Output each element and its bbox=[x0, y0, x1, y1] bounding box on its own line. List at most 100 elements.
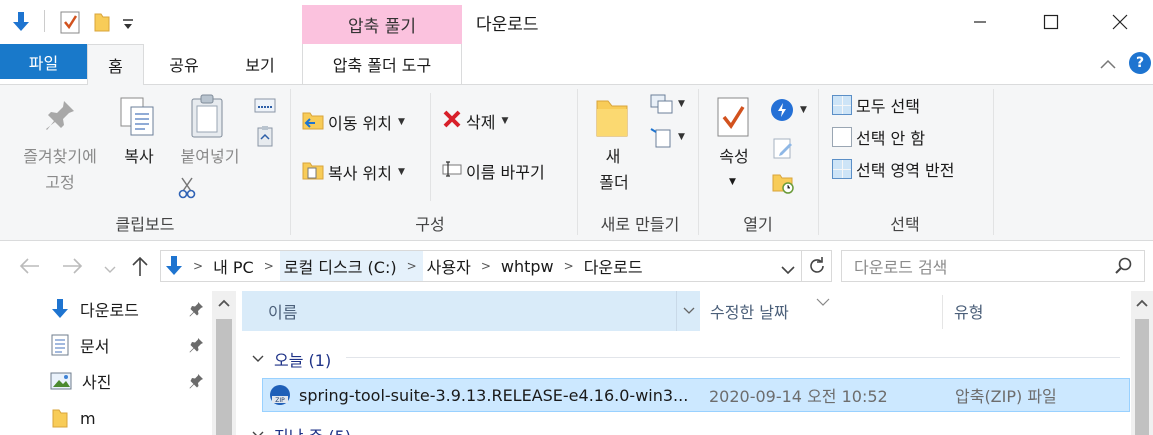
close-button[interactable] bbox=[1097, 6, 1143, 38]
pin-to-quick-access-label-1[interactable]: 즐겨찾기에 bbox=[4, 145, 116, 169]
new-folder-icon[interactable] bbox=[92, 11, 112, 33]
breadcrumb-separator[interactable]: > bbox=[400, 251, 423, 281]
chevron-down-icon[interactable]: ▼ bbox=[729, 177, 736, 187]
nav-pane-scrollbar[interactable] bbox=[212, 291, 236, 435]
breadcrumb-user-folder[interactable]: whtpw bbox=[497, 251, 558, 281]
easy-access-button[interactable]: ▼ bbox=[650, 125, 686, 149]
group-header-label: 오늘 (1) bbox=[274, 351, 332, 370]
folder-icon bbox=[52, 409, 68, 428]
breadcrumb-separator[interactable]: > bbox=[475, 259, 497, 273]
pin-icon[interactable] bbox=[188, 337, 204, 357]
group-divider bbox=[818, 89, 819, 235]
nav-item-documents[interactable]: 문서 bbox=[50, 330, 109, 360]
maximize-icon bbox=[1043, 14, 1059, 30]
search-input[interactable]: 다운로드 검색 bbox=[854, 254, 947, 278]
scrollbar-thumb[interactable] bbox=[216, 319, 232, 435]
scroll-up-icon[interactable] bbox=[1136, 299, 1148, 307]
recent-locations-chevron-icon[interactable] bbox=[104, 260, 116, 273]
copy-path-icon[interactable] bbox=[254, 97, 276, 115]
tab-compressed-folder-tools[interactable]: 압축 폴더 도구 bbox=[302, 44, 462, 84]
tab-view[interactable]: 보기 bbox=[226, 44, 294, 84]
nav-item-pictures[interactable]: 사진 bbox=[50, 366, 111, 396]
column-header-name[interactable]: 이름 bbox=[242, 291, 700, 331]
pin-icon[interactable] bbox=[42, 97, 78, 137]
search-icon[interactable] bbox=[1114, 257, 1132, 279]
invert-selection-button[interactable]: 선택 영역 반전 bbox=[832, 157, 955, 181]
cut-scissors-icon[interactable] bbox=[178, 177, 196, 199]
properties-check-icon[interactable] bbox=[58, 9, 82, 35]
pin-icon[interactable] bbox=[188, 301, 204, 321]
nav-item-folder-m[interactable]: m bbox=[50, 403, 96, 433]
copy-to-icon bbox=[302, 159, 324, 185]
paste-button[interactable]: 붙여넣기 bbox=[168, 145, 252, 169]
sort-dropdown-chevron-icon[interactable] bbox=[676, 291, 700, 331]
copy-button[interactable]: 복사 bbox=[112, 145, 166, 169]
download-arrow-icon bbox=[52, 299, 68, 318]
down-arrow-icon[interactable] bbox=[10, 10, 32, 34]
search-box[interactable]: 다운로드 검색 bbox=[841, 250, 1145, 282]
clipboard-group-label: 클립보드 bbox=[115, 215, 175, 234]
open-button[interactable]: ▼ bbox=[770, 97, 810, 123]
breadcrumb-local-disk[interactable]: 로컬 디스크 (C:) bbox=[279, 251, 401, 281]
rename-button[interactable]: 이름 바꾸기 bbox=[442, 159, 545, 183]
column-header-type[interactable]: 유형 bbox=[954, 291, 1124, 331]
history-icon[interactable] bbox=[772, 171, 796, 195]
breadcrumb-separator[interactable]: > bbox=[187, 259, 209, 273]
move-to-button[interactable]: 이동 위치 ▼ bbox=[302, 109, 405, 135]
move-to-icon bbox=[302, 109, 324, 135]
delete-button[interactable]: 삭제 ▼ bbox=[442, 109, 508, 133]
group-header-label: 지난 주 (5) bbox=[274, 423, 351, 435]
copy-to-label: 복사 위치 bbox=[328, 164, 392, 183]
up-arrow-icon[interactable] bbox=[130, 255, 152, 277]
new-folder-label-2[interactable]: 폴더 bbox=[592, 171, 636, 195]
pin-icon[interactable] bbox=[188, 373, 204, 393]
forward-arrow-icon[interactable] bbox=[62, 257, 86, 277]
help-icon[interactable]: ? bbox=[1129, 52, 1151, 74]
paste-shortcut-icon[interactable] bbox=[257, 125, 273, 147]
tab-file[interactable]: 파일 bbox=[0, 44, 87, 79]
group-divider bbox=[290, 89, 291, 235]
open-app-icon bbox=[771, 99, 793, 121]
table-row[interactable]: ZIP spring-tool-suite-3.9.13.RELEASE-e4.… bbox=[262, 378, 1130, 412]
new-item-button[interactable]: ▼ bbox=[650, 93, 686, 115]
move-to-label: 이동 위치 bbox=[328, 114, 392, 133]
breadcrumb-users[interactable]: 사용자 bbox=[423, 251, 475, 281]
back-arrow-icon[interactable] bbox=[18, 257, 42, 277]
column-header-date-modified[interactable]: 수정한 날짜 bbox=[710, 291, 942, 331]
select-none-button[interactable]: 선택 안 함 bbox=[832, 125, 925, 149]
minimize-button[interactable] bbox=[957, 6, 1003, 38]
open-group-label: 열기 bbox=[743, 215, 773, 234]
properties-button[interactable]: 속성 bbox=[710, 145, 758, 169]
file-date-modified: 2020-09-14 오전 10:52 bbox=[709, 387, 888, 406]
customize-qat-icon[interactable] bbox=[120, 14, 136, 34]
breadcrumb-downloads[interactable]: 다운로드 bbox=[580, 251, 647, 281]
select-all-button[interactable]: 모두 선택 bbox=[832, 93, 920, 117]
edit-icon[interactable] bbox=[772, 137, 794, 159]
copy-icon[interactable] bbox=[118, 95, 158, 139]
file-list-scrollbar[interactable] bbox=[1131, 291, 1153, 435]
new-folder-label-1[interactable]: 새 bbox=[596, 145, 630, 169]
new-folder-large-icon[interactable] bbox=[594, 95, 630, 139]
group-header-last-week[interactable]: 지난 주 (5) bbox=[252, 423, 351, 435]
select-all-icon bbox=[832, 95, 852, 115]
pin-to-quick-access-label-2[interactable]: 고정 bbox=[4, 171, 116, 195]
collapse-ribbon-icon[interactable] bbox=[1098, 54, 1118, 74]
address-dropdown-chevron-icon[interactable] bbox=[781, 260, 795, 279]
group-divider bbox=[698, 89, 699, 235]
maximize-button[interactable] bbox=[1028, 6, 1074, 38]
breadcrumb-separator[interactable]: > bbox=[558, 259, 580, 273]
breadcrumb-separator[interactable]: > bbox=[258, 259, 280, 273]
group-header-today[interactable]: 오늘 (1) bbox=[252, 347, 331, 371]
breadcrumb-this-pc[interactable]: 내 PC bbox=[209, 251, 258, 281]
nav-item-label: m bbox=[80, 408, 96, 428]
tab-home[interactable]: 홈 bbox=[87, 44, 144, 85]
properties-large-icon[interactable] bbox=[716, 95, 752, 139]
tab-share[interactable]: 공유 bbox=[150, 44, 218, 84]
refresh-icon[interactable] bbox=[807, 256, 827, 280]
paste-clipboard-icon[interactable] bbox=[188, 93, 228, 141]
copy-to-button[interactable]: 복사 위치 ▼ bbox=[302, 159, 405, 185]
scrollbar-thumb[interactable] bbox=[1135, 319, 1149, 435]
address-bar[interactable]: > 내 PC > 로컬 디스크 (C:) > 사용자 > whtpw > 다운로… bbox=[160, 250, 832, 282]
nav-item-downloads[interactable]: 다운로드 bbox=[50, 294, 139, 324]
scroll-up-icon[interactable] bbox=[218, 299, 230, 307]
